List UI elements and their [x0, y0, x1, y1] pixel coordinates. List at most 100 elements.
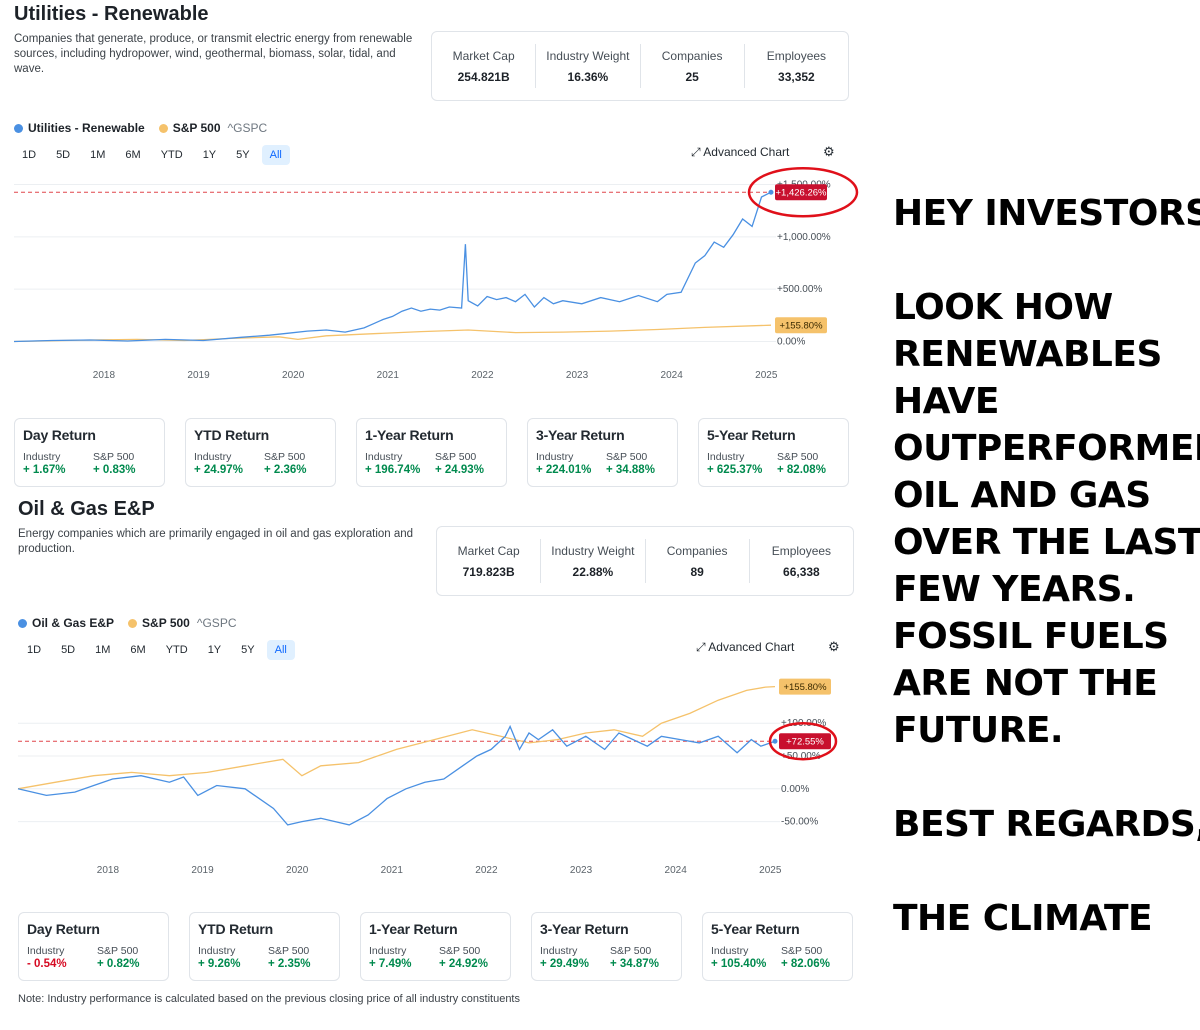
industry-return: + 24.97%	[194, 464, 243, 476]
oilgas-title: Oil & Gas E&P	[18, 498, 155, 520]
range-1m[interactable]: 1M	[82, 145, 113, 165]
industry-return: + 224.01%	[536, 464, 592, 476]
range-1y[interactable]: 1Y	[195, 145, 224, 165]
return-card-title: Day Return	[23, 427, 96, 443]
legend-sp500[interactable]: S&P 500 ^GSPC	[128, 616, 236, 630]
sp500-label: S&P 500	[93, 451, 135, 463]
return-card-title: Day Return	[27, 921, 100, 937]
x-tick-label: 2024	[661, 370, 684, 381]
return-card-title: 5-Year Return	[707, 427, 796, 443]
gear-icon[interactable]: ⚙	[823, 144, 835, 160]
x-tick-label: 2020	[282, 370, 305, 381]
industry-label: Industry	[711, 945, 749, 957]
stat-market-cap: Market Cap 254.821B	[432, 44, 537, 88]
return-card: 3-Year Return Industry S&P 500 + 29.49% + 34…	[531, 912, 682, 981]
range-1d[interactable]: 1D	[19, 640, 49, 660]
meme-line: THE CLIMATE	[893, 898, 1153, 939]
return-card-title: YTD Return	[198, 921, 274, 937]
series-sp500-line	[17, 685, 776, 790]
sp500-return: + 2.35%	[268, 958, 311, 970]
sp500-return: + 0.82%	[97, 958, 140, 970]
range-1y[interactable]: 1Y	[200, 640, 229, 660]
last-point-marker	[772, 738, 778, 744]
x-tick-label: 2024	[665, 865, 688, 876]
meme-line	[893, 237, 1198, 284]
industry-label: Industry	[707, 451, 745, 463]
stat-industry-weight: Industry Weight 22.88%	[541, 539, 646, 583]
range-6m[interactable]: 6M	[117, 145, 148, 165]
advanced-chart-link[interactable]: ⤢ Advanced Chart	[691, 145, 789, 160]
legend-sp500[interactable]: S&P 500 ^GSPC	[158, 121, 267, 135]
industry-label: Industry	[536, 451, 574, 463]
industry-return: + 625.37%	[707, 464, 763, 476]
range-ytd[interactable]: YTD	[158, 640, 196, 660]
series-industry-line	[13, 191, 772, 343]
advanced-chart-link[interactable]: ⤢ Advanced Chart	[696, 640, 794, 655]
industry-return: - 0.54%	[27, 958, 67, 970]
stat-employees: Employees 66,338	[771, 543, 832, 579]
x-tick-label: 2020	[286, 865, 309, 876]
gear-icon[interactable]: ⚙	[828, 639, 840, 655]
industry-return: + 1.67%	[23, 464, 66, 476]
sp500-label: S&P 500	[264, 451, 306, 463]
meme-line: OVER THE LAST	[893, 522, 1200, 563]
x-tick-label: 2025	[755, 370, 778, 381]
sp500-label: S&P 500	[435, 451, 477, 463]
meme-line: FUTURE.	[893, 710, 1064, 751]
meme-line: ARE NOT THE	[893, 663, 1158, 704]
footnote: Note: Industry performance is calculated…	[18, 993, 520, 1005]
return-card: 1-Year Return Industry S&P 500 + 196.74% + 2…	[356, 418, 507, 487]
oilgas-range-selector: 1D 5D 1M 6M YTD 1Y 5Y All	[19, 640, 295, 660]
industry-last-label: +1,426.26%	[776, 188, 828, 199]
x-tick-label: 2021	[381, 865, 404, 876]
return-card: YTD Return Industry S&P 500 + 9.26% + 2.35%	[189, 912, 340, 981]
range-all[interactable]: All	[266, 640, 295, 660]
x-tick-label: 2023	[566, 370, 589, 381]
meme-line: BEST REGARDS,	[893, 804, 1200, 845]
y-tick-label: -50.00%	[781, 817, 818, 828]
y-tick-label: +1,000.00%	[777, 232, 831, 243]
stat-market-cap: Market Cap 719.823B	[437, 539, 542, 583]
renewable-chart: +1,500.00%+1,000.00%+500.00%0.00%2018201…	[13, 166, 859, 381]
meme-line: OIL AND GAS	[893, 475, 1151, 516]
meme-text: HEY INVESTORS, LOOK HOW RENEWABLES HAVE OUTP…	[893, 190, 1200, 942]
industry-return: + 7.49%	[369, 958, 412, 970]
range-all[interactable]: All	[261, 145, 290, 165]
return-card: Day Return Industry S&P 500 - 0.54% + 0.82%	[18, 912, 169, 981]
last-point-marker	[768, 189, 774, 195]
range-1d[interactable]: 1D	[14, 145, 44, 165]
sp500-label: S&P 500	[781, 945, 823, 957]
sp500-label: S&P 500	[606, 451, 648, 463]
range-5d[interactable]: 5D	[48, 145, 78, 165]
range-5y[interactable]: 5Y	[228, 145, 257, 165]
range-1m[interactable]: 1M	[87, 640, 118, 660]
industry-last-label: +72.55%	[786, 737, 824, 748]
return-card-title: 1-Year Return	[369, 921, 458, 937]
industry-label: Industry	[198, 945, 236, 957]
meme-line	[893, 754, 1198, 801]
range-ytd[interactable]: YTD	[153, 145, 191, 165]
meme-line: OUTPERFORMED	[893, 428, 1200, 469]
industry-label: Industry	[23, 451, 61, 463]
x-tick-label: 2018	[97, 865, 120, 876]
return-card-title: YTD Return	[194, 427, 270, 443]
industry-label: Industry	[540, 945, 578, 957]
legend-industry[interactable]: Oil & Gas E&P	[18, 616, 114, 630]
return-card: Day Return Industry S&P 500 + 1.67% + 0.83%	[14, 418, 165, 487]
range-6m[interactable]: 6M	[122, 640, 153, 660]
range-5y[interactable]: 5Y	[233, 640, 262, 660]
sp500-label: S&P 500	[97, 945, 139, 957]
return-card-title: 3-Year Return	[540, 921, 629, 937]
x-tick-label: 2019	[187, 370, 210, 381]
y-tick-label: +500.00%	[777, 284, 822, 295]
range-5d[interactable]: 5D	[53, 640, 83, 660]
x-tick-label: 2021	[377, 370, 400, 381]
oilgas-description: Energy companies which are primarily eng…	[18, 528, 414, 555]
legend-industry[interactable]: Utilities - Renewable	[14, 121, 145, 135]
oilgas-returns: Day Return Industry S&P 500 - 0.54% + 0.82% Y…	[18, 912, 853, 981]
sp500-return: + 0.83%	[93, 464, 136, 476]
return-card: 5-Year Return Industry S&P 500 + 625.37% + 8…	[698, 418, 849, 487]
meme-line: LOOK HOW	[893, 287, 1113, 328]
sp500-return: + 34.88%	[606, 464, 655, 476]
renewable-range-selector: 1D 5D 1M 6M YTD 1Y 5Y All	[14, 145, 290, 165]
